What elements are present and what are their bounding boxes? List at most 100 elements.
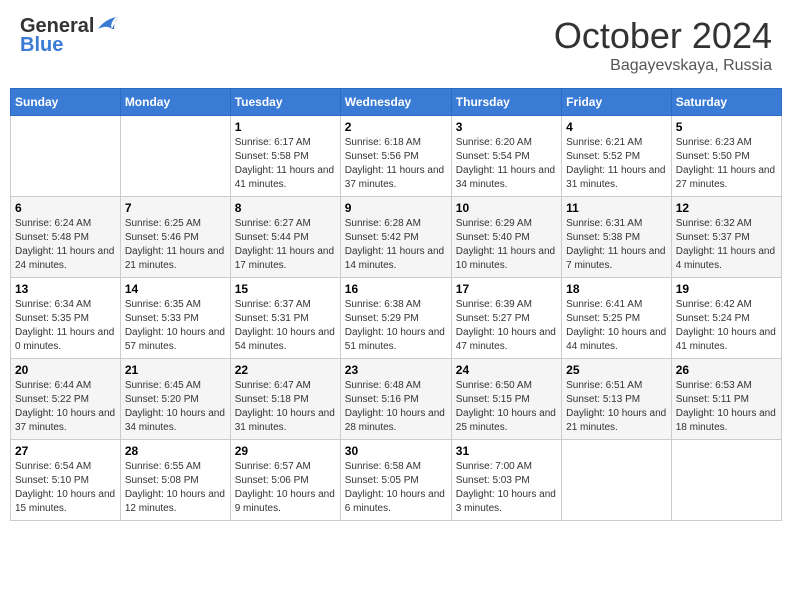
calendar-cell: 18 Sunrise: 6:41 AMSunset: 5:25 PMDayligh…	[562, 278, 672, 359]
calendar-cell: 19 Sunrise: 6:42 AMSunset: 5:24 PMDayligh…	[671, 278, 781, 359]
calendar-cell: 4Sunrise: 6:21 AMSunset: 5:52 PMDaylight…	[562, 116, 672, 197]
calendar-cell: 3 Sunrise: 6:20 AMSunset: 5:54 PMDaylight…	[451, 116, 561, 197]
calendar-week-row: 20Sunrise: 6:44 AMSunset: 5:22 PMDayligh…	[11, 359, 782, 440]
calendar-table: SundayMondayTuesdayWednesdayThursdayFrid…	[10, 88, 782, 521]
calendar-cell: 16 Sunrise: 6:38 AMSunset: 5:29 PMDayligh…	[340, 278, 451, 359]
day-info: Sunrise: 6:21 AMSunset: 5:52 PMDaylight:…	[566, 136, 667, 192]
day-info: Sunrise: 6:48 AMSunset: 5:16 PMDaylight:…	[345, 379, 447, 435]
calendar-cell	[11, 116, 121, 197]
day-number: 11	[566, 201, 667, 215]
calendar-week-row: 6Sunrise: 6:24 AMSunset: 5:48 PMDaylight…	[11, 197, 782, 278]
day-number: 10	[456, 201, 557, 215]
day-number: 18	[566, 282, 667, 296]
day-info: Sunrise: 6:42 AMSunset: 5:24 PMDaylight:…	[676, 298, 777, 354]
calendar-cell: 27 Sunrise: 6:54 AMSunset: 5:10 PMDayligh…	[11, 440, 121, 521]
day-info: Sunrise: 6:55 AMSunset: 5:08 PMDaylight:…	[125, 460, 226, 516]
day-number: 19	[676, 282, 777, 296]
weekday-header: Thursday	[451, 89, 561, 116]
day-info: Sunrise: 6:37 AMSunset: 5:31 PMDaylight:…	[235, 298, 336, 354]
day-number: 16	[345, 282, 447, 296]
day-number: 13	[15, 282, 116, 296]
calendar-cell: 15Sunrise: 6:37 AMSunset: 5:31 PMDayligh…	[230, 278, 340, 359]
weekday-header: Saturday	[671, 89, 781, 116]
title-block: October 2024 Bagayevskaya, Russia	[554, 15, 772, 75]
day-info: Sunrise: 6:32 AMSunset: 5:37 PMDaylight:…	[676, 217, 777, 273]
day-info: Sunrise: 7:00 AMSunset: 5:03 PMDaylight:…	[456, 460, 557, 516]
day-number: 24	[456, 363, 557, 377]
day-info: Sunrise: 6:57 AMSunset: 5:06 PMDaylight:…	[235, 460, 336, 516]
calendar-cell: 24 Sunrise: 6:50 AMSunset: 5:15 PMDayligh…	[451, 359, 561, 440]
weekday-header: Tuesday	[230, 89, 340, 116]
calendar-cell: 28 Sunrise: 6:55 AMSunset: 5:08 PMDayligh…	[120, 440, 230, 521]
calendar-cell: 12 Sunrise: 6:32 AMSunset: 5:37 PMDayligh…	[671, 197, 781, 278]
calendar-cell: 20Sunrise: 6:44 AMSunset: 5:22 PMDayligh…	[11, 359, 121, 440]
calendar-cell	[120, 116, 230, 197]
weekday-header: Wednesday	[340, 89, 451, 116]
calendar-week-row: 27 Sunrise: 6:54 AMSunset: 5:10 PMDayligh…	[11, 440, 782, 521]
calendar-cell: 17 Sunrise: 6:39 AMSunset: 5:27 PMDayligh…	[451, 278, 561, 359]
calendar-cell: 11 Sunrise: 6:31 AMSunset: 5:38 PMDayligh…	[562, 197, 672, 278]
calendar-cell: 2 Sunrise: 6:18 AMSunset: 5:56 PMDaylight…	[340, 116, 451, 197]
location: Bagayevskaya, Russia	[554, 57, 772, 75]
calendar-cell: 6Sunrise: 6:24 AMSunset: 5:48 PMDaylight…	[11, 197, 121, 278]
day-info: Sunrise: 6:35 AMSunset: 5:33 PMDaylight:…	[125, 298, 226, 354]
day-number: 3	[456, 120, 557, 134]
day-info: Sunrise: 6:53 AMSunset: 5:11 PMDaylight:…	[676, 379, 777, 435]
day-number: 31	[456, 444, 557, 458]
day-info: Sunrise: 6:23 AMSunset: 5:50 PMDaylight:…	[676, 136, 777, 192]
calendar-cell: 7Sunrise: 6:25 AMSunset: 5:46 PMDaylight…	[120, 197, 230, 278]
day-info: Sunrise: 6:20 AMSunset: 5:54 PMDaylight:…	[456, 136, 557, 192]
day-info: Sunrise: 6:47 AMSunset: 5:18 PMDaylight:…	[235, 379, 336, 435]
day-number: 27	[15, 444, 116, 458]
calendar-cell: 31 Sunrise: 7:00 AMSunset: 5:03 PMDayligh…	[451, 440, 561, 521]
day-info: Sunrise: 6:17 AMSunset: 5:58 PMDaylight:…	[235, 136, 336, 192]
day-info: Sunrise: 6:51 AMSunset: 5:13 PMDaylight:…	[566, 379, 667, 435]
day-number: 2	[345, 120, 447, 134]
day-info: Sunrise: 6:50 AMSunset: 5:15 PMDaylight:…	[456, 379, 557, 435]
day-number: 23	[345, 363, 447, 377]
logo: General Blue	[20, 15, 118, 57]
day-info: Sunrise: 6:39 AMSunset: 5:27 PMDaylight:…	[456, 298, 557, 354]
day-number: 22	[235, 363, 336, 377]
calendar-cell: 9Sunrise: 6:28 AMSunset: 5:42 PMDaylight…	[340, 197, 451, 278]
day-number: 30	[345, 444, 447, 458]
day-info: Sunrise: 6:31 AMSunset: 5:38 PMDaylight:…	[566, 217, 667, 273]
day-info: Sunrise: 6:41 AMSunset: 5:25 PMDaylight:…	[566, 298, 667, 354]
day-info: Sunrise: 6:28 AMSunset: 5:42 PMDaylight:…	[345, 217, 447, 273]
day-number: 1	[235, 120, 336, 134]
day-number: 8	[235, 201, 336, 215]
calendar-cell: 1 Sunrise: 6:17 AMSunset: 5:58 PMDaylight…	[230, 116, 340, 197]
calendar-cell: 25 Sunrise: 6:51 AMSunset: 5:13 PMDayligh…	[562, 359, 672, 440]
calendar-cell: 5 Sunrise: 6:23 AMSunset: 5:50 PMDaylight…	[671, 116, 781, 197]
weekday-header: Monday	[120, 89, 230, 116]
day-number: 12	[676, 201, 777, 215]
calendar-cell: 14Sunrise: 6:35 AMSunset: 5:33 PMDayligh…	[120, 278, 230, 359]
calendar-cell: 13 Sunrise: 6:34 AMSunset: 5:35 PMDayligh…	[11, 278, 121, 359]
day-number: 21	[125, 363, 226, 377]
day-number: 25	[566, 363, 667, 377]
calendar-cell: 10 Sunrise: 6:29 AMSunset: 5:40 PMDayligh…	[451, 197, 561, 278]
weekday-header: Friday	[562, 89, 672, 116]
day-info: Sunrise: 6:25 AMSunset: 5:46 PMDaylight:…	[125, 217, 226, 273]
calendar-week-row: 1 Sunrise: 6:17 AMSunset: 5:58 PMDaylight…	[11, 116, 782, 197]
logo-bird-icon	[96, 15, 118, 38]
weekday-header-row: SundayMondayTuesdayWednesdayThursdayFrid…	[11, 89, 782, 116]
calendar-cell: 29Sunrise: 6:57 AMSunset: 5:06 PMDayligh…	[230, 440, 340, 521]
month-title: October 2024	[554, 15, 772, 57]
day-info: Sunrise: 6:54 AMSunset: 5:10 PMDaylight:…	[15, 460, 116, 516]
day-number: 28	[125, 444, 226, 458]
day-info: Sunrise: 6:34 AMSunset: 5:35 PMDaylight:…	[15, 298, 116, 354]
day-info: Sunrise: 6:24 AMSunset: 5:48 PMDaylight:…	[15, 217, 116, 273]
calendar-cell: 8 Sunrise: 6:27 AMSunset: 5:44 PMDaylight…	[230, 197, 340, 278]
calendar-cell: 26Sunrise: 6:53 AMSunset: 5:11 PMDayligh…	[671, 359, 781, 440]
day-info: Sunrise: 6:27 AMSunset: 5:44 PMDaylight:…	[235, 217, 336, 273]
page-header: General Blue October 2024 Bagayevskaya, …	[10, 10, 782, 80]
day-number: 5	[676, 120, 777, 134]
day-info: Sunrise: 6:38 AMSunset: 5:29 PMDaylight:…	[345, 298, 447, 354]
calendar-cell	[562, 440, 672, 521]
day-info: Sunrise: 6:29 AMSunset: 5:40 PMDaylight:…	[456, 217, 557, 273]
weekday-header: Sunday	[11, 89, 121, 116]
calendar-cell: 22 Sunrise: 6:47 AMSunset: 5:18 PMDayligh…	[230, 359, 340, 440]
day-info: Sunrise: 6:18 AMSunset: 5:56 PMDaylight:…	[345, 136, 447, 192]
day-number: 17	[456, 282, 557, 296]
